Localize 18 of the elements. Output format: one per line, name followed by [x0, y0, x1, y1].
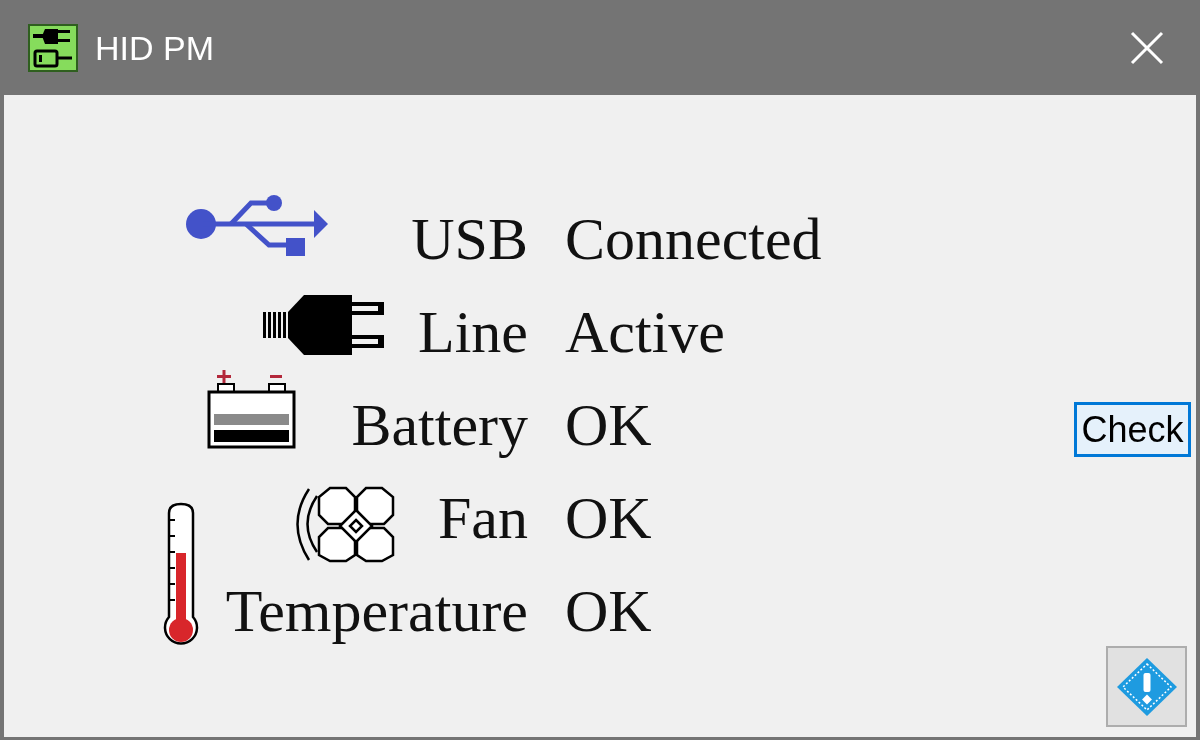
status-value: Active: [565, 301, 725, 362]
status-label: USB: [411, 208, 528, 269]
status-value: OK: [565, 487, 652, 548]
window-title: HID PM: [95, 30, 214, 65]
close-icon: [1130, 30, 1164, 65]
status-label: Line: [418, 301, 528, 362]
status-value: Connected: [565, 208, 822, 269]
warning-icon: [1115, 656, 1178, 717]
status-value: OK: [565, 580, 652, 641]
status-value: OK: [565, 394, 652, 455]
status-label: Fan: [438, 487, 528, 548]
app-icon: [28, 23, 78, 72]
usb-icon: [185, 192, 330, 257]
plug-icon: [262, 293, 387, 356]
battery-icon: [207, 370, 297, 449]
thermometer-icon: [161, 502, 199, 648]
alert-button[interactable]: [1106, 646, 1187, 727]
check-button[interactable]: Check: [1074, 402, 1191, 457]
